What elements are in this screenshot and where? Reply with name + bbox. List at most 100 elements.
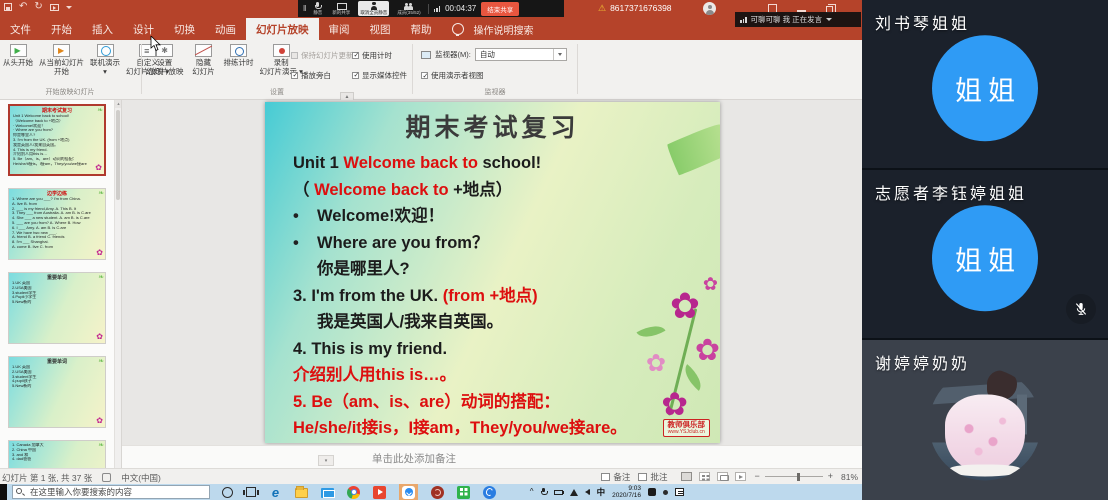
chrome-icon[interactable]	[347, 486, 360, 499]
from-current-slide-button[interactable]: 从当前幻灯片开始	[36, 42, 87, 78]
monitor-select[interactable]: 自动	[475, 48, 567, 61]
tab-review[interactable]: 审阅	[319, 18, 360, 40]
tell-me-search[interactable]: 操作说明搜索	[468, 18, 540, 40]
tab-file[interactable]: 文件	[0, 18, 41, 40]
comments-toggle[interactable]: 批注	[638, 471, 667, 483]
present-online-icon	[97, 44, 114, 57]
accessibility-icon[interactable]	[102, 473, 111, 482]
speaker-indicator[interactable]: 可聊可聊 我 正在发言	[735, 12, 861, 27]
thumbnail-scrollbar[interactable]: ▲	[114, 100, 121, 468]
minimize-icon[interactable]	[797, 6, 806, 12]
quick-access-chevron-icon[interactable]	[66, 6, 72, 9]
taskbar-search-input[interactable]	[12, 485, 210, 499]
ime-indicator[interactable]: 中	[597, 486, 606, 498]
cortana-icon[interactable]	[222, 487, 233, 498]
zoom-slider-thumb[interactable]	[797, 473, 800, 481]
members-button[interactable]: 成员(35/52)	[395, 1, 422, 16]
participant-tile[interactable]: 志愿者李钰婷姐姐姐姐	[862, 170, 1108, 338]
undo-icon[interactable]: ↶	[19, 2, 27, 12]
redo-icon[interactable]: ↻	[34, 2, 42, 12]
notes-toggle[interactable]: 备注	[601, 471, 630, 483]
tab-slide-show[interactable]: 幻灯片放映	[246, 18, 319, 40]
tab-home[interactable]: 开始	[41, 18, 82, 40]
present-online-button[interactable]: 联机演示▾	[87, 42, 123, 78]
presenter-view-checkbox[interactable]: 使用演示者视图	[421, 70, 484, 81]
ribbon-checkbox[interactable]: 使用计时	[352, 48, 407, 62]
blue-app-icon[interactable]	[483, 486, 496, 499]
new-share-button[interactable]: 新的共享	[330, 1, 352, 16]
start-slideshow-icon[interactable]	[50, 4, 59, 11]
leaf-decoration: ❧	[98, 274, 104, 281]
rehearse-timings-icon	[230, 44, 247, 57]
scrollbar-thumb[interactable]	[116, 110, 120, 200]
edge-icon[interactable]: e	[269, 486, 282, 499]
tab-transitions[interactable]: 切换	[164, 18, 205, 40]
checkbox-icon	[291, 72, 298, 79]
video-app-icon[interactable]	[373, 486, 386, 499]
zoom-slider[interactable]	[765, 476, 823, 478]
tab-view[interactable]: 视图	[360, 18, 401, 40]
tab-animations[interactable]: 动画	[205, 18, 246, 40]
reading-view-icon[interactable]	[717, 472, 728, 481]
mail-icon[interactable]	[321, 488, 334, 498]
meeting-timer: 00:04:37	[445, 4, 476, 13]
notes-icon	[601, 473, 610, 481]
hide-slide-button[interactable]: 隐藏幻灯片	[187, 42, 221, 78]
participant-tile[interactable]: 刘书琴姐姐姐姐	[862, 0, 1108, 168]
battery-icon[interactable]	[554, 490, 563, 495]
slide-thumbnail-3[interactable]: ❧重要单词1.UK 英国2.USA美国3.student学生4.Pupil小学生…	[8, 272, 106, 344]
volume-icon[interactable]	[585, 489, 590, 495]
notes-splitter-handle[interactable]: ▾	[318, 455, 334, 466]
office-app-icon[interactable]	[431, 486, 444, 499]
slide-sorter-view-icon[interactable]	[699, 472, 710, 481]
save-icon[interactable]	[4, 3, 12, 11]
ribbon-checkbox[interactable]: 显示媒体控件	[352, 68, 407, 82]
wifi-icon[interactable]	[570, 489, 578, 496]
zoom-out-icon[interactable]: −	[754, 472, 759, 481]
ribbon-checkbox[interactable]: 保持幻灯片更新	[291, 48, 348, 62]
notes-pane[interactable]: ▾ 单击此处添加备注	[122, 445, 862, 468]
meeting-button-label: 新的共享	[332, 10, 350, 15]
ribbon-button-label: 从当前幻灯片开始	[39, 59, 84, 76]
slide-canvas[interactable]: 期末考试复习 Unit 1 Welcome back to school!（ W…	[265, 102, 720, 443]
slide-thumbnail-1[interactable]: ❧期末考试复习Unit 1 Welcome back to school!（We…	[8, 104, 106, 176]
tray-app-icon[interactable]	[648, 488, 656, 496]
rehearse-timings-button[interactable]: 排练计时	[221, 42, 257, 70]
task-view-icon[interactable]	[246, 487, 256, 497]
scroll-up-arrow[interactable]: ▲	[115, 100, 122, 108]
file-explorer-icon[interactable]	[295, 488, 308, 498]
ribbon-checkbox[interactable]: 播放旁白	[291, 68, 348, 82]
green-app-icon[interactable]	[457, 486, 470, 499]
tray-dot-icon[interactable]	[663, 490, 668, 495]
slide-thumbnail-5[interactable]: ❧1. Canada 加拿大2. China 中国3. and 和4. dad爸…	[8, 440, 106, 468]
divider	[412, 44, 413, 94]
mute-button[interactable]: 静音	[311, 1, 324, 16]
slideshow-view-icon[interactable]	[735, 472, 746, 481]
start-button[interactable]	[0, 484, 7, 500]
unmute-all-button[interactable]: 取消全员静音	[358, 1, 389, 16]
pause-icon[interactable]: ‖	[303, 5, 306, 13]
meeting-button-label: 静音	[313, 10, 322, 15]
end-share-button[interactable]: 结束共享	[481, 2, 519, 16]
zoom-level[interactable]: 81%	[841, 472, 858, 482]
slide-thumbnail-2[interactable]: ❧边学边练1. Where are you ___? I'm from Chin…	[8, 188, 106, 260]
tencent-meeting-icon[interactable]	[402, 486, 415, 499]
from-beginning-button[interactable]: 从头开始	[0, 42, 36, 70]
language-indicator[interactable]: 中文(中国)	[121, 472, 161, 484]
leaf-decoration: ❧	[97, 107, 103, 114]
zoom-in-icon[interactable]: +	[828, 472, 833, 481]
slide-thumbnail-4[interactable]: ❧重要单词1.UK 英国2.USA美国3.student学生4.pupil孩子5…	[8, 356, 106, 428]
hidden-icons-chevron[interactable]: ^	[530, 488, 534, 496]
checkbox-label: 保持幻灯片更新	[301, 50, 354, 61]
normal-view-icon[interactable]	[681, 472, 692, 481]
tell-me-bulb-icon	[452, 23, 464, 35]
notes-placeholder[interactable]: 单击此处添加备注	[372, 451, 456, 466]
clock[interactable]: 9:032020/7/16	[612, 485, 641, 499]
checkbox-icon	[291, 52, 298, 59]
tray-mic-icon[interactable]	[541, 488, 547, 497]
account-avatar[interactable]	[703, 2, 716, 15]
tab-help[interactable]: 帮助	[401, 18, 442, 40]
tab-insert[interactable]: 插入	[82, 18, 123, 40]
participant-tile[interactable]: 谢婷婷奶奶	[862, 340, 1108, 500]
notification-center-icon[interactable]	[675, 488, 684, 496]
